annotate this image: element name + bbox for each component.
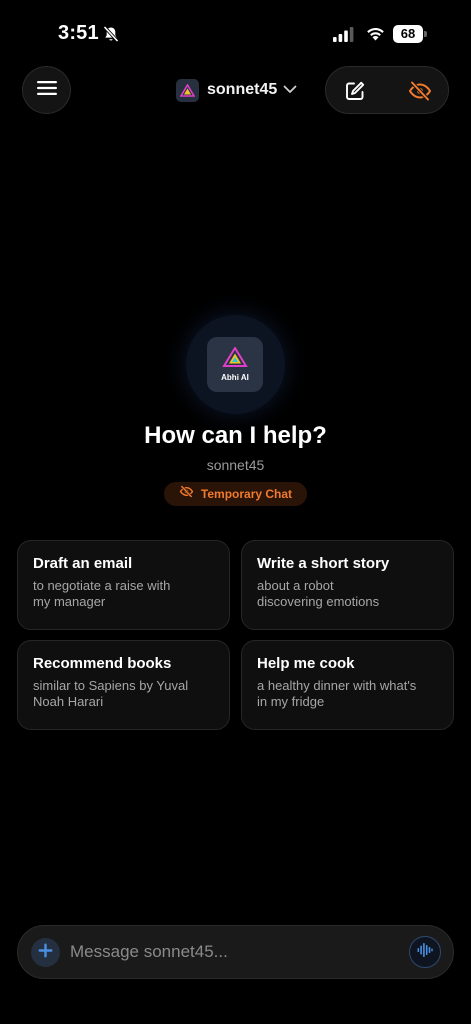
- suggestion-title: Draft an email: [33, 555, 133, 572]
- suggestion-desc-line: in my fridge: [257, 694, 325, 709]
- new-chat-button[interactable]: [344, 80, 366, 107]
- hero-logo-text: Abhi AI: [221, 373, 249, 382]
- suggestion-description: to negotiate a raise with my manager: [33, 578, 214, 610]
- suggestion-desc-line: about a robot: [257, 578, 334, 593]
- hero-logo: Abhi AI: [207, 337, 263, 392]
- suggestion-desc-line: to negotiate a raise with: [33, 578, 171, 593]
- temporary-chat-label: Temporary Chat: [200, 487, 293, 501]
- wifi-icon: [365, 25, 386, 46]
- suggestion-title: Help me cook: [257, 655, 355, 672]
- suggestion-desc-line: a healthy dinner with what's: [257, 678, 417, 693]
- suggestion-card-help-cook[interactable]: Help me cook a healthy dinner with what'…: [241, 640, 454, 730]
- suggestion-desc-line: my manager: [33, 594, 106, 609]
- suggestion-description: about a robot discovering emotions: [257, 578, 438, 610]
- hero-title: How can I help?: [144, 422, 327, 449]
- eye-slash-icon: [408, 81, 432, 106]
- hero-subtitle: sonnet45: [206, 457, 265, 473]
- attach-button[interactable]: [31, 938, 60, 967]
- voice-waveform-icon: [417, 942, 433, 963]
- suggestion-description: a healthy dinner with what's in my fridg…: [257, 678, 438, 710]
- abhi-ai-logo-icon: [222, 346, 248, 372]
- model-logo-icon: [176, 78, 199, 102]
- battery-tip: [424, 31, 427, 37]
- hamburger-menu-icon: [36, 80, 57, 100]
- eye-slash-icon: [179, 485, 194, 503]
- plus-icon: [38, 943, 53, 963]
- battery-icon: 68: [393, 25, 427, 43]
- menu-button[interactable]: [22, 66, 71, 114]
- suggestion-desc-line: Noah Harari: [33, 694, 104, 709]
- message-composer: [17, 925, 454, 979]
- temporary-chat-badge: Temporary Chat: [164, 482, 307, 506]
- suggestion-desc-line: similar to Sapiens by Yuval: [33, 678, 189, 693]
- model-name: sonnet45: [207, 81, 278, 98]
- suggestion-desc-line: discovering emotions: [257, 594, 380, 609]
- status-bar: 3:51 68: [0, 0, 471, 70]
- message-input[interactable]: [70, 936, 400, 968]
- suggestion-description: similar to Sapiens by Yuval Noah Harari: [33, 678, 214, 710]
- header-actions: [325, 66, 449, 114]
- battery-level: 68: [393, 25, 423, 43]
- suggestion-card-draft-email[interactable]: Draft an email to negotiate a raise with…: [17, 540, 230, 630]
- suggestion-title: Recommend books: [33, 655, 172, 672]
- bell-slash-icon: [102, 25, 120, 48]
- voice-input-button[interactable]: [409, 936, 441, 968]
- compose-icon: [344, 81, 366, 106]
- suggestion-card-recommend-books[interactable]: Recommend books similar to Sapiens by Yu…: [17, 640, 230, 730]
- status-time: 3:51: [58, 22, 99, 44]
- temporary-chat-toggle[interactable]: [408, 80, 432, 107]
- chevron-down-icon: [283, 81, 297, 99]
- suggestion-title: Write a short story: [257, 555, 390, 572]
- suggestion-card-short-story[interactable]: Write a short story about a robot discov…: [241, 540, 454, 630]
- model-selector[interactable]: sonnet45: [176, 78, 297, 102]
- cellular-signal-icon: [333, 27, 355, 47]
